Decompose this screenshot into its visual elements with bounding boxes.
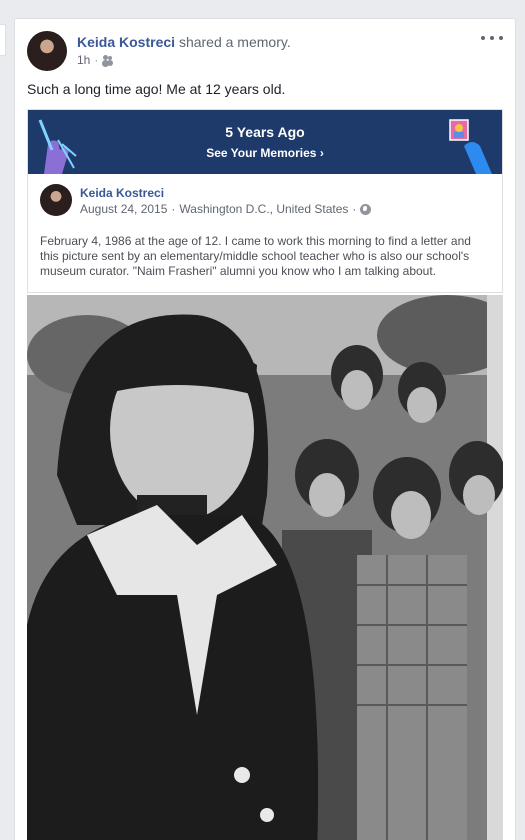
memory-banner[interactable]: 5 Years Ago See Your Memories › (28, 110, 502, 174)
see-your-memories-label: See Your Memories (206, 146, 317, 160)
more-dot-icon (490, 36, 494, 40)
adjacent-card-edge (0, 24, 6, 56)
post-header: Keida Kostreci shared a memory. 1h · (27, 29, 503, 73)
memory-author-avatar[interactable] (40, 184, 72, 216)
memory-photo-image (27, 295, 503, 840)
memory-card[interactable]: 5 Years Ago See Your Memories › Keida Ko… (27, 109, 503, 293)
more-options-button[interactable] (481, 31, 503, 45)
author-name[interactable]: Keida Kostreci (77, 34, 175, 50)
globe-icon[interactable] (360, 203, 372, 215)
post-headline: Keida Kostreci shared a memory. (77, 33, 291, 51)
post-meta: 1h · (77, 53, 114, 67)
meta-separator: · (94, 53, 99, 67)
memory-author-name[interactable]: Keida Kostreci (80, 186, 164, 200)
memory-photo[interactable] (27, 295, 503, 840)
memory-banner-title: 5 Years Ago (225, 124, 305, 140)
meta-separator: · (352, 202, 357, 216)
memory-location[interactable]: Washington D.C., United States (179, 202, 348, 216)
memory-date[interactable]: August 24, 2015 (80, 202, 167, 216)
memory-meta: August 24, 2015 · Washington D.C., Unite… (80, 202, 372, 216)
memory-header: Keida Kostreci August 24, 2015 · Washing… (40, 184, 490, 224)
memory-body-text: February 4, 1986 at the age of 12. I cam… (40, 234, 471, 278)
feed-post-card: Keida Kostreci shared a memory. 1h · Suc… (14, 18, 516, 840)
author-avatar[interactable] (27, 31, 67, 71)
pencil-hand-icon (38, 119, 77, 174)
see-your-memories-link[interactable]: See Your Memories › (28, 146, 502, 160)
more-dot-icon (499, 36, 503, 40)
post-action-text: shared a memory. (178, 34, 291, 50)
post-timestamp[interactable]: 1h (77, 53, 90, 67)
photo-frame-hand-icon (449, 119, 492, 174)
meta-separator: · (171, 202, 176, 216)
post-text: Such a long time ago! Me at 12 years old… (27, 81, 286, 97)
chevron-right-icon: › (319, 146, 324, 160)
more-dot-icon (481, 36, 485, 40)
friends-icon[interactable] (102, 55, 114, 65)
